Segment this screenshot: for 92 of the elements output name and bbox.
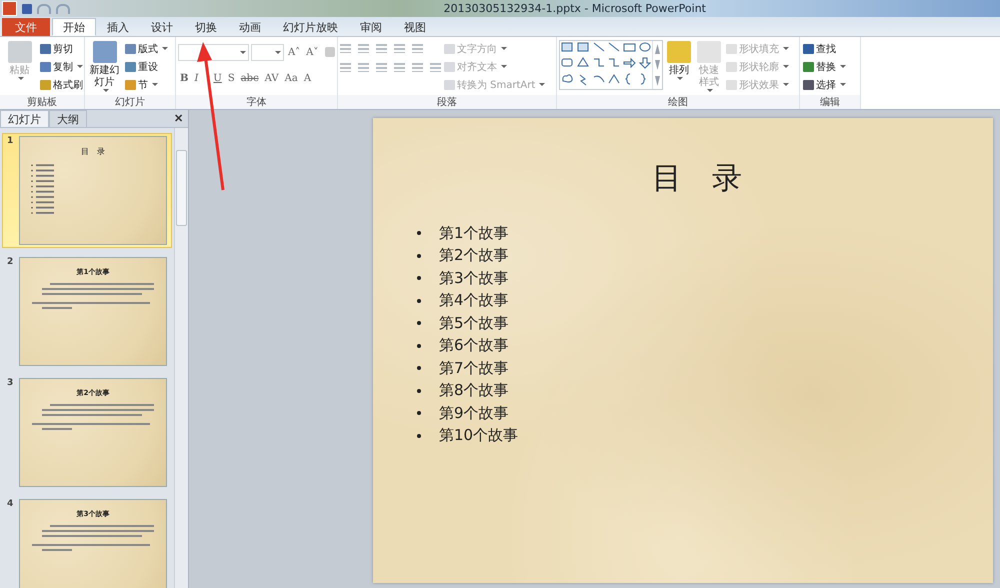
bullet-icon: [417, 388, 421, 393]
ribbon-button[interactable]: 剪切: [39, 40, 84, 57]
font-size-button[interactable]: A˅: [304, 44, 320, 60]
font-style-button[interactable]: B: [178, 70, 190, 86]
ribbon-button[interactable]: 选择: [802, 76, 847, 93]
bullet-text: 第5个故事: [439, 314, 509, 333]
slide-thumbnail[interactable]: 目 录: [19, 136, 167, 245]
group-label: 绘图: [668, 97, 688, 108]
ribbon-button[interactable]: 格式刷: [39, 76, 84, 93]
ribbon-tab[interactable]: 切换: [184, 18, 228, 36]
text-lines-drawing: [30, 162, 55, 215]
bullet-text: 第9个故事: [439, 404, 509, 423]
bullet-icon: [417, 298, 421, 303]
app-logo-icon: [2, 1, 17, 16]
scrollbar[interactable]: [174, 128, 188, 588]
align-icon[interactable]: [430, 63, 441, 72]
slide-thumbnail-row[interactable]: 1 目 录: [2, 133, 172, 248]
group-label: 剪贴板: [27, 97, 57, 108]
save-icon[interactable]: [22, 4, 32, 14]
bullet-icon: [417, 411, 421, 416]
shape-gallery[interactable]: [559, 40, 663, 90]
panel-tab[interactable]: 大纲: [49, 110, 87, 127]
list-icon[interactable]: [340, 44, 351, 53]
font-style-button[interactable]: abc: [238, 70, 261, 86]
group-label: 幻灯片: [115, 97, 145, 108]
group-label: 字体: [246, 97, 266, 108]
list-icon[interactable]: [376, 44, 387, 53]
slide-canvas[interactable]: 目 录 第1个故事 第2个故事 第3个故事 第4个故事 第5个故事 第6个故事 第7个故事 第8个故事 第9个故事 第10个故事: [373, 118, 993, 583]
slide-number: 1: [7, 136, 14, 148]
group-label: 段落: [437, 97, 457, 108]
bullet-text: 第2个故事: [439, 246, 509, 266]
ribbon-button[interactable]: 新建幻灯片: [87, 40, 122, 95]
align-icon[interactable]: [412, 63, 423, 72]
bullet-text: 第7个故事: [439, 358, 509, 378]
ribbon-tab[interactable]: 幻灯片放映: [272, 18, 349, 36]
ribbon-tab[interactable]: 设计: [140, 18, 184, 36]
bullet-icon: [417, 231, 421, 236]
undo-icon[interactable]: [37, 4, 51, 14]
slide-number: 4: [7, 499, 14, 511]
thumbnail-title: 目 录: [81, 146, 105, 157]
slide-title: 目 录: [652, 160, 742, 198]
ribbon-button[interactable]: 重设: [124, 58, 169, 75]
ribbon-tab[interactable]: 动画: [228, 18, 272, 36]
bullet-text: 第8个故事: [439, 381, 509, 400]
font-style-button[interactable]: U: [211, 70, 224, 86]
bullet-icon: [417, 276, 421, 280]
ribbon-button[interactable]: 排列: [665, 40, 693, 95]
group-label: 编辑: [820, 97, 840, 108]
scroll-down-icon[interactable]: [655, 60, 660, 70]
slide-number: 3: [7, 378, 14, 390]
bullet-icon: [417, 254, 421, 258]
list-icon[interactable]: [358, 44, 369, 53]
align-icon[interactable]: [358, 63, 369, 72]
ribbon-button[interactable]: 节: [124, 76, 169, 93]
align-icon[interactable]: [394, 63, 405, 72]
bullet-text: 第3个故事: [439, 268, 509, 288]
more-icon[interactable]: [655, 76, 660, 86]
ribbon-tab[interactable]: 插入: [96, 18, 140, 36]
align-icon[interactable]: [376, 63, 387, 72]
clear-format-icon[interactable]: [325, 47, 335, 57]
bullet-text: 第1个故事: [439, 224, 509, 243]
ribbon-button[interactable]: 复制: [39, 58, 84, 75]
ribbon-tab[interactable]: 审阅: [349, 18, 393, 36]
bullet-text: 第4个故事: [439, 291, 509, 310]
scroll-up-icon[interactable]: [655, 44, 660, 54]
slide-number: 2: [7, 257, 14, 269]
font-style-button[interactable]: A: [302, 70, 314, 86]
bullet-icon: [417, 366, 421, 370]
window-title: 20130305132934-1.pptx - Microsoft PowerPoint: [444, 2, 706, 15]
ribbon-button[interactable]: 查找: [802, 40, 847, 57]
close-button[interactable]: ✕: [169, 110, 188, 127]
bullet-text: 第10个故事: [439, 426, 518, 446]
panel-tab[interactable]: 幻灯片: [0, 110, 49, 127]
list-icon[interactable]: [412, 44, 423, 53]
ribbon-tab[interactable]: 开始: [52, 18, 96, 36]
font-style-button[interactable]: I: [192, 70, 200, 86]
ribbon-button[interactable]: 版式: [124, 40, 169, 57]
align-icon[interactable]: [340, 63, 351, 72]
redo-icon[interactable]: [56, 4, 70, 14]
font-size-field[interactable]: [251, 44, 284, 60]
list-icon[interactable]: [394, 44, 405, 53]
ribbon-tab[interactable]: 视图: [393, 18, 437, 36]
ribbon-button[interactable]: 替换: [802, 58, 847, 75]
bullet-text: 第6个故事: [439, 336, 509, 356]
font-size-button[interactable]: A˄: [286, 44, 302, 60]
bullet-icon: [417, 321, 421, 326]
font-style-button[interactable]: S: [226, 70, 237, 86]
font-style-button[interactable]: Aa: [282, 70, 300, 86]
font-style-button[interactable]: AV: [262, 70, 281, 86]
bullet-icon: [417, 434, 421, 438]
ribbon-tab[interactable]: 文件: [2, 18, 50, 36]
bullet-icon: [417, 344, 421, 348]
